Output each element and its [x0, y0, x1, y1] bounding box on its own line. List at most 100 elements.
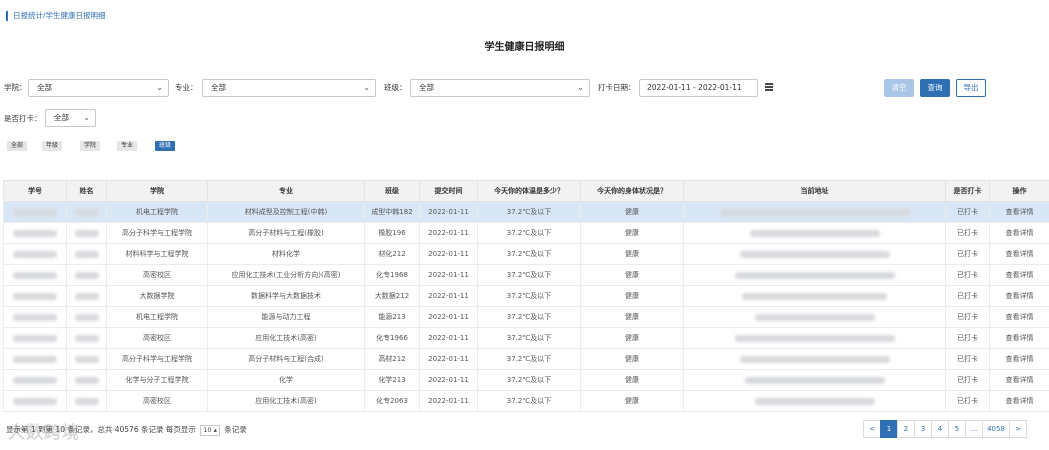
cell-health: 健康 — [580, 201, 684, 223]
cell-student-id — [3, 327, 67, 349]
table-row[interactable]: 机电工程学院 能源与动力工程 能源213 2022-01-11 37.2℃及以下 健康 已打… — [3, 306, 1049, 328]
redacted-name — [74, 250, 99, 258]
col-header-address[interactable]: 当前地址 — [683, 180, 946, 202]
college-label: 学院： — [4, 83, 27, 92]
chip-major[interactable]: 专业 — [117, 141, 138, 151]
chip-all[interactable]: 全部 — [7, 141, 28, 151]
col-header-submit-time[interactable]: 提交时间 — [419, 180, 478, 202]
pager-prev-button[interactable]: < — [863, 420, 881, 438]
table-row[interactable]: 高分子科学与工程学院 高分子材料与工程(合成) 高材212 2022-01-11 37.… — [3, 348, 1049, 370]
table-row[interactable]: 机电工程学院 材料成型及控制工程(中韩) 成型中韩182 2022-01-11 37.2… — [3, 201, 1049, 223]
cell-checked-status: 已打卡 — [945, 285, 990, 307]
table-row[interactable]: 化学与分子工程学院 化学 化学213 2022-01-11 37.2℃及以下 健康 已打卡查… — [3, 369, 1049, 391]
page-size-select[interactable]: 10 ▴ — [200, 425, 220, 436]
col-header-health[interactable]: 今天你的身体状况是？ — [580, 180, 684, 202]
cell-name — [66, 306, 107, 328]
view-details-link[interactable]: 查看详情 — [989, 243, 1049, 265]
redacted-name — [74, 313, 99, 321]
cell-address — [683, 264, 946, 286]
major-select[interactable]: 全部 ⌄ — [202, 79, 376, 97]
view-details-link[interactable]: 查看详情 — [989, 327, 1049, 349]
breadcrumb[interactable]: 日报统计/学生健康日报明细 — [6, 11, 106, 21]
view-details-link[interactable]: 查看详情 — [989, 222, 1049, 244]
cell-college: 材料科学与工程学院 — [106, 243, 208, 265]
redacted-student-id — [13, 208, 57, 216]
redacted-student-id — [13, 334, 57, 342]
cell-submit-time: 2022-01-11 — [419, 390, 478, 412]
checked-select[interactable]: 全部 ⌄ — [45, 109, 96, 127]
chip-class[interactable]: 班级 — [155, 141, 176, 151]
cell-address — [683, 285, 946, 307]
table-row[interactable]: 高分子科学与工程学院 高分子材料与工程(橡胶) 橡胶196 2022-01-11 37.… — [3, 222, 1049, 244]
col-header-student-id[interactable]: 学号 — [3, 180, 67, 202]
college-select[interactable]: 全部 ⌄ — [28, 79, 169, 97]
view-details-link[interactable]: 查看详情 — [989, 306, 1049, 328]
col-header-checked[interactable]: 是否打卡 — [945, 180, 990, 202]
date-range-input[interactable]: 2022-01-11 - 2022-01-11 — [639, 79, 758, 97]
cell-submit-time: 2022-01-11 — [419, 264, 478, 286]
cell-health: 健康 — [580, 390, 684, 412]
cell-name — [66, 348, 107, 370]
cell-health: 健康 — [580, 222, 684, 244]
cell-temperature: 37.2℃及以下 — [477, 306, 581, 328]
pager-page-4[interactable]: 4 — [931, 420, 949, 438]
view-details-link[interactable]: 查看详情 — [989, 369, 1049, 391]
view-details-link[interactable]: 查看详情 — [989, 348, 1049, 370]
date-label: 打卡日期： — [598, 83, 636, 92]
table-row[interactable]: 高密校区 应用化工技术(高密) 化专2063 2022-01-11 37.2℃及以下 健康… — [3, 390, 1049, 412]
cell-class: 化专1966 — [364, 327, 420, 349]
table-row[interactable]: 高密校区 应用化工技术(高密) 化专1966 2022-01-11 37.2℃及以下 健康… — [3, 327, 1049, 349]
pager-page-2[interactable]: 2 — [897, 420, 915, 438]
pager-page-3[interactable]: 3 — [914, 420, 932, 438]
cell-temperature: 37.2℃及以下 — [477, 243, 581, 265]
table-row[interactable]: 高密校区 应用化工技术(工业分析方向)(高密) 化专1968 2022-01-11 37… — [3, 264, 1049, 286]
cell-student-id — [3, 306, 67, 328]
chip-college[interactable]: 学院 — [80, 141, 101, 151]
pager-page-5[interactable]: 5 — [948, 420, 966, 438]
cell-college: 高分子科学与工程学院 — [106, 348, 208, 370]
pager-page-last[interactable]: 4058 — [982, 420, 1010, 438]
table-row[interactable]: 大数据学院 数据科学与大数据技术 大数据212 2022-01-11 37.2℃及以下健… — [3, 285, 1049, 307]
cell-address — [683, 327, 946, 349]
redacted-name — [74, 355, 99, 363]
class-select[interactable]: 全部 ⌄ — [410, 79, 590, 97]
class-label: 班级： — [384, 83, 407, 92]
cell-temperature: 37.2℃及以下 — [477, 201, 581, 223]
pager-page-1[interactable]: 1 — [880, 420, 898, 438]
view-details-link[interactable]: 查看详情 — [989, 201, 1049, 223]
cell-college: 高密校区 — [106, 264, 208, 286]
view-details-link[interactable]: 查看详情 — [989, 390, 1049, 412]
clear-button[interactable]: 清空 — [884, 79, 914, 97]
col-header-name[interactable]: 姓名 — [66, 180, 107, 202]
pager-next-button[interactable]: > — [1009, 420, 1027, 438]
cell-health: 健康 — [580, 348, 684, 370]
cell-submit-time: 2022-01-11 — [419, 348, 478, 370]
cell-name — [66, 327, 107, 349]
cell-checked-status: 已打卡 — [945, 264, 990, 286]
cell-student-id — [3, 264, 67, 286]
cell-checked-status: 已打卡 — [945, 327, 990, 349]
export-button[interactable]: 导出 — [956, 79, 986, 97]
query-button[interactable]: 查询 — [920, 79, 950, 97]
col-header-class[interactable]: 班级 — [364, 180, 420, 202]
cell-student-id — [3, 201, 67, 223]
calendar-icon[interactable] — [765, 83, 773, 91]
cell-student-id — [3, 222, 67, 244]
cell-submit-time: 2022-01-11 — [419, 243, 478, 265]
pagination-info-suffix: 条记录 — [224, 425, 247, 434]
view-details-link[interactable]: 查看详情 — [989, 264, 1049, 286]
cell-checked-status: 已打卡 — [945, 348, 990, 370]
cell-major: 应用化工技术(高密) — [207, 327, 365, 349]
page-size-value: 10 — [203, 426, 212, 434]
redacted-student-id — [13, 313, 57, 321]
view-details-link[interactable]: 查看详情 — [989, 285, 1049, 307]
class-select-value: 全部 — [419, 83, 434, 92]
redacted-student-id — [13, 355, 57, 363]
col-header-major[interactable]: 专业 — [207, 180, 365, 202]
chip-grade[interactable]: 年级 — [42, 141, 63, 151]
col-header-temperature[interactable]: 今天你的体温是多少？ — [477, 180, 581, 202]
cell-major: 数据科学与大数据技术 — [207, 285, 365, 307]
table-row[interactable]: 材料科学与工程学院 材料化学 材化212 2022-01-11 37.2℃及以下 健康 已打… — [3, 243, 1049, 265]
redacted-address — [749, 229, 880, 237]
col-header-college[interactable]: 学院 — [106, 180, 208, 202]
